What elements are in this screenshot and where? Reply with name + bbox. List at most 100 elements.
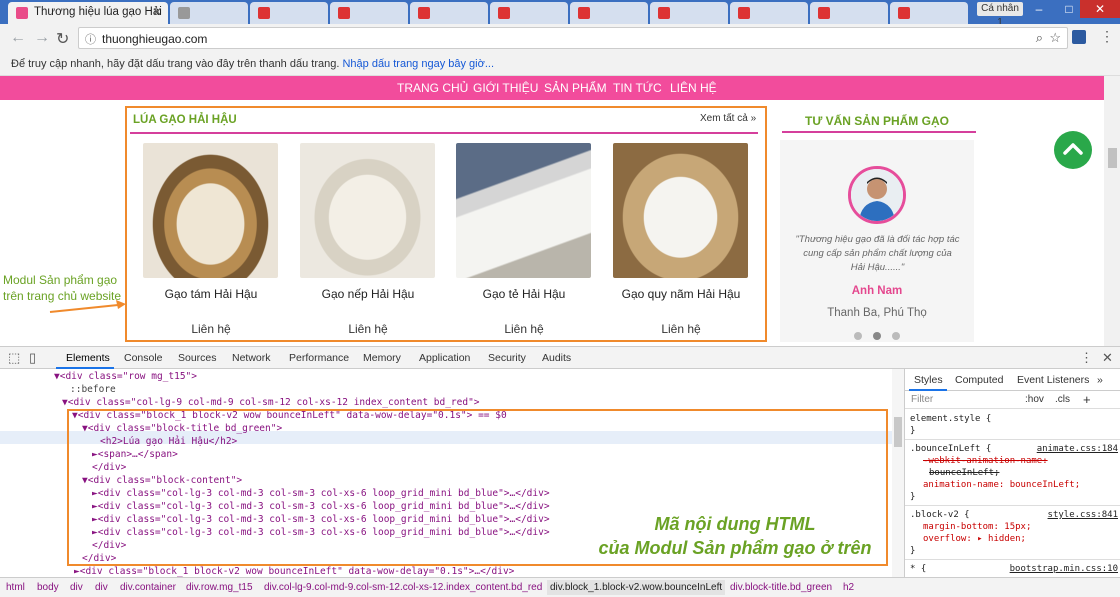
css-prop[interactable]: animation-name: bounceInLeft;	[923, 479, 1080, 491]
dom-node[interactable]: ▼<div class="row mg_t15">	[54, 370, 197, 383]
tab-event-listeners[interactable]: Event Listeners	[1017, 374, 1089, 386]
product-image-gao-te[interactable]	[456, 143, 591, 278]
css-prop[interactable]: margin-bottom: 15px;	[923, 521, 1031, 533]
zoom-icon[interactable]: ⌕	[1036, 30, 1043, 46]
dom-node[interactable]: ::before	[70, 383, 116, 396]
breadcrumb-item-current[interactable]: div.block_1.block-v2.wow.bounceInLeft	[547, 580, 726, 595]
css-selector[interactable]: * {	[910, 563, 926, 575]
breadcrumb-item[interactable]: div	[95, 582, 108, 593]
advice-title-underline	[782, 131, 976, 133]
css-prop-overridden[interactable]: -webkit-animation-name:	[923, 455, 1048, 467]
scrollbar-thumb[interactable]	[1108, 148, 1117, 168]
tab-network[interactable]: Network	[232, 352, 271, 364]
tab-computed[interactable]: Computed	[955, 374, 1003, 386]
add-rule-icon[interactable]: +	[1083, 392, 1091, 407]
tab-5[interactable]	[410, 2, 488, 24]
product-image-gao-quy-nam[interactable]	[613, 143, 748, 278]
rule-divider	[905, 505, 1120, 506]
product-name[interactable]: Gạo quy nãm Hải Hậu	[601, 287, 761, 301]
minimize-icon[interactable]: –	[1024, 0, 1054, 18]
extension-icon[interactable]	[1072, 30, 1086, 44]
page-scrollbar[interactable]	[1104, 76, 1120, 346]
tab-elements[interactable]: Elements	[66, 352, 110, 364]
tab-11[interactable]	[890, 2, 968, 24]
menu-item-about[interactable]: GIỚI THIỆU	[473, 81, 538, 95]
devtools-menu-icon[interactable]: ⋮	[1080, 350, 1093, 366]
css-source-link[interactable]: animate.css:184	[1037, 443, 1118, 455]
profile-button[interactable]: Cá nhân 1	[977, 2, 1023, 28]
device-toggle-icon[interactable]: ▯	[29, 350, 36, 366]
tab-styles[interactable]: Styles	[914, 374, 943, 386]
menu-dots-icon[interactable]: ⋮	[1100, 28, 1114, 45]
rule-divider	[905, 559, 1120, 560]
forward-icon[interactable]: →	[34, 29, 50, 47]
tab-security[interactable]: Security	[488, 352, 526, 364]
css-rule-element-style[interactable]: element.style {	[910, 413, 991, 425]
import-bookmarks-link[interactable]: Nhập dấu trang ngay bây giờ...	[342, 58, 494, 70]
window-close-icon[interactable]: ✕	[1080, 0, 1120, 18]
product-name[interactable]: Gạo tám Hải Hậu	[131, 287, 291, 301]
tab-memory[interactable]: Memory	[363, 352, 401, 364]
tab-10[interactable]	[810, 2, 888, 24]
tab-favicon-icon	[818, 7, 830, 19]
address-bar[interactable]: ⓘ thuonghieugao.com ⌕ ☆	[78, 27, 1068, 49]
hover-state-toggle[interactable]: :hov	[1025, 394, 1044, 405]
tab-favicon-icon	[178, 7, 190, 19]
dom-node[interactable]: ►<div class="block_1 block-v2 wow bounce…	[74, 565, 514, 577]
breadcrumb-item[interactable]: body	[37, 582, 59, 593]
tab-6[interactable]	[490, 2, 568, 24]
product-image-gao-nep[interactable]	[300, 143, 435, 278]
product-name[interactable]: Gạo nếp Hải Hậu	[288, 287, 448, 301]
more-tabs-icon[interactable]: »	[1097, 374, 1103, 386]
breadcrumb-item[interactable]: div.col-lg-9.col-md-9.col-sm-12.col-xs-1…	[264, 582, 542, 593]
css-selector[interactable]: .block-v2 {	[910, 509, 970, 521]
tab-4[interactable]	[330, 2, 408, 24]
tab-2[interactable]	[170, 2, 248, 24]
annotation-right: Mã nội dung HTML của Modul Sản phẩm gạo …	[580, 512, 890, 560]
menu-item-home[interactable]: TRANG CHỦ	[397, 81, 468, 95]
css-source-link[interactable]: style.css:841	[1048, 509, 1118, 521]
class-toggle[interactable]: .cls	[1055, 394, 1070, 405]
tab-3[interactable]	[250, 2, 328, 24]
product-image-gao-tam[interactable]	[143, 143, 278, 278]
menu-item-contact[interactable]: LIÊN HỆ	[670, 81, 717, 95]
reload-icon[interactable]: ↻	[56, 29, 69, 49]
breadcrumb-item[interactable]: div	[70, 582, 83, 593]
tab-9[interactable]	[730, 2, 808, 24]
see-all-link[interactable]: Xem tất cả »	[700, 113, 756, 124]
inspect-icon[interactable]: ⬚	[8, 350, 20, 366]
breadcrumb-item[interactable]: div.container	[120, 582, 176, 593]
css-selector[interactable]: .bounceInLeft {	[910, 443, 991, 455]
devtools-close-icon[interactable]: ✕	[1102, 350, 1113, 366]
breadcrumb-item[interactable]: h2	[843, 582, 854, 593]
tab-close-icon[interactable]: ✕	[152, 5, 162, 19]
carousel-dot[interactable]	[854, 332, 862, 340]
back-icon[interactable]: ←	[10, 29, 26, 47]
tab-active[interactable]: Thương hiệu lúa gạo Hải ✕	[8, 2, 168, 24]
breadcrumb-item[interactable]: div.row.mg_t15	[186, 582, 253, 593]
css-prop[interactable]: overflow: ▸ hidden;	[923, 533, 1026, 545]
product-name[interactable]: Gạo tẻ Hải Hậu	[444, 287, 604, 301]
tab-console[interactable]: Console	[124, 352, 163, 364]
breadcrumb-item[interactable]: html	[6, 582, 25, 593]
tab-8[interactable]	[650, 2, 728, 24]
styles-filter-input[interactable]: Filter	[911, 394, 933, 405]
tab-sources[interactable]: Sources	[178, 352, 217, 364]
menu-item-news[interactable]: TIN TỨC	[613, 81, 662, 95]
carousel-dot[interactable]	[892, 332, 900, 340]
scroll-to-top-button[interactable]	[1054, 131, 1092, 169]
elements-scrollbar[interactable]	[892, 369, 904, 577]
info-icon[interactable]: ⓘ	[85, 31, 96, 47]
menu-item-products[interactable]: SẢN PHẨM	[544, 81, 607, 95]
scrollbar-thumb[interactable]	[894, 417, 902, 447]
advice-title: TƯ VẤN SẢN PHẨM GẠO	[805, 114, 949, 128]
tab-7[interactable]	[570, 2, 648, 24]
carousel-dot-active[interactable]	[873, 332, 881, 340]
tab-application[interactable]: Application	[419, 352, 470, 364]
dom-node[interactable]: ▼<div class="col-lg-9 col-md-9 col-sm-12…	[62, 396, 480, 409]
breadcrumb-item[interactable]: div.block-title.bd_green	[730, 582, 832, 593]
tab-performance[interactable]: Performance	[289, 352, 349, 364]
bookmark-star-icon[interactable]: ☆	[1049, 30, 1061, 46]
css-source-link[interactable]: bootstrap.min.css:10	[1010, 563, 1118, 575]
tab-audits[interactable]: Audits	[542, 352, 571, 364]
